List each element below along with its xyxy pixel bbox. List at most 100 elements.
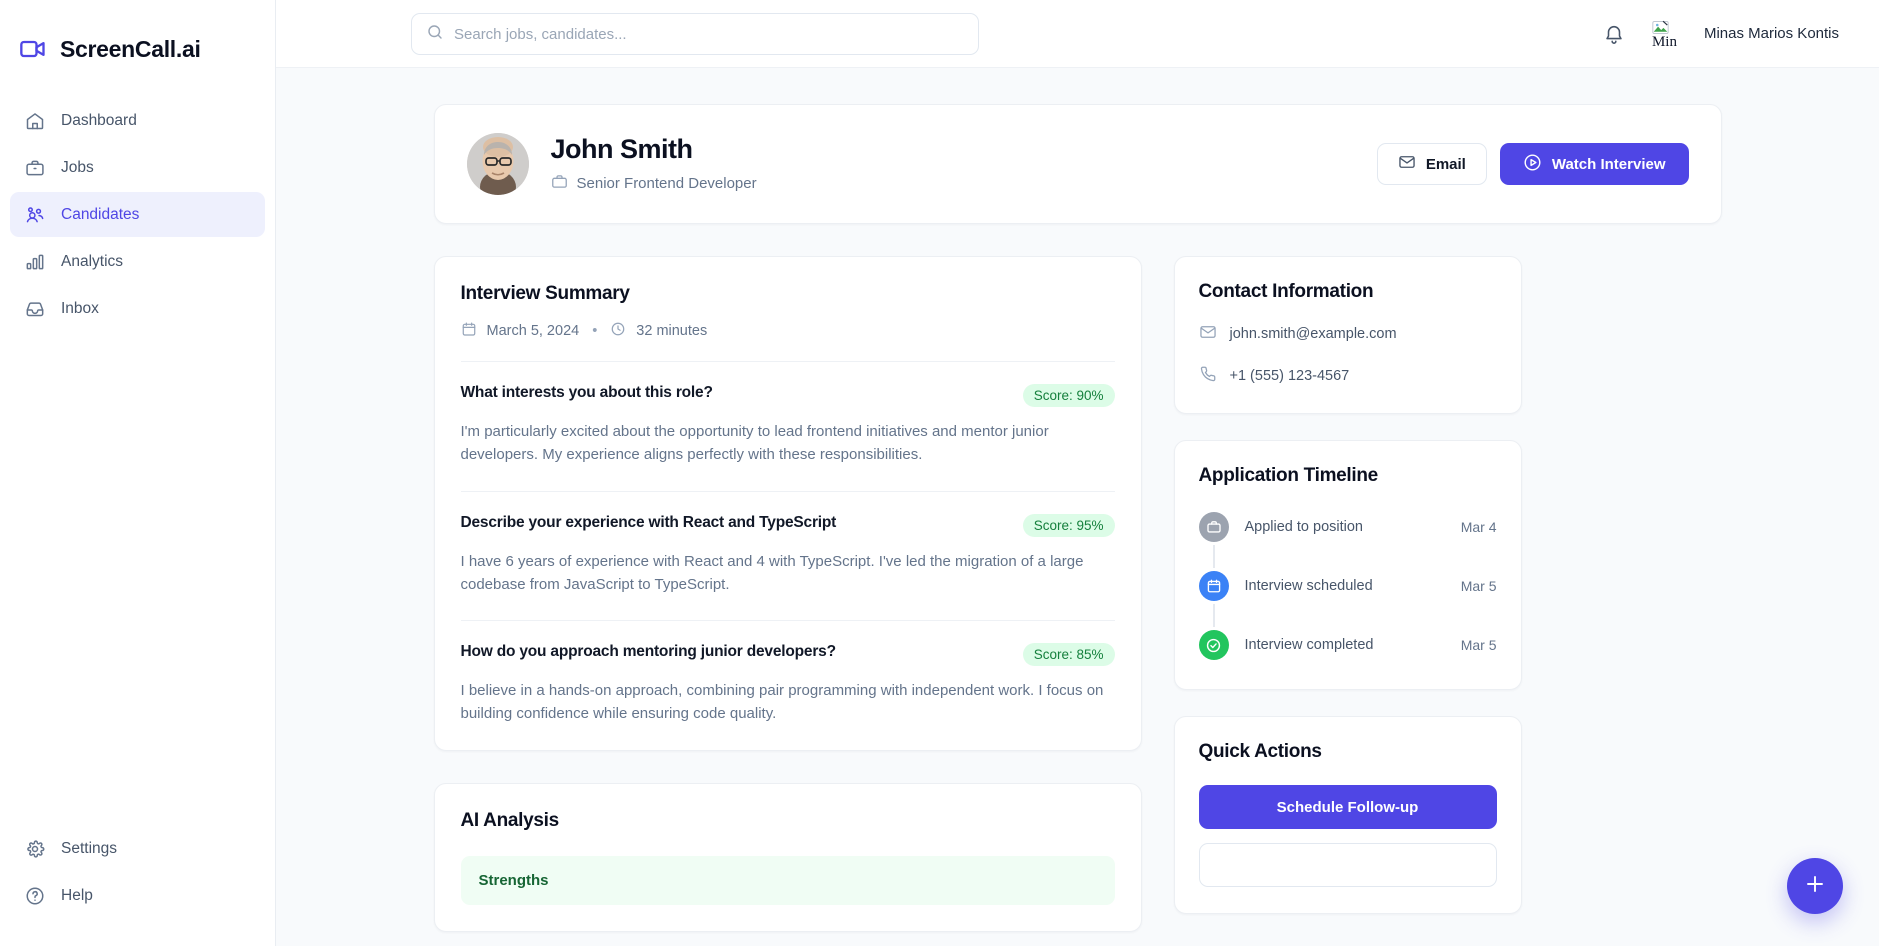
sidebar-item-jobs[interactable]: Jobs <box>10 145 265 190</box>
sidebar-item-label: Jobs <box>61 158 94 176</box>
sidebar-item-label: Inbox <box>61 299 99 317</box>
avatar: Min <box>1652 18 1684 50</box>
ai-strengths-title: Strengths <box>478 871 549 889</box>
play-circle-icon <box>1523 153 1542 176</box>
timeline-dot <box>1198 571 1229 601</box>
left-column: Interview Summary March 5, 2024 • 32 min… <box>433 256 1142 932</box>
search-box[interactable] <box>411 13 979 55</box>
detail-columns: Interview Summary March 5, 2024 • 32 min… <box>433 256 1722 932</box>
contact-information-title: Contact Information <box>1198 281 1374 302</box>
ai-analysis-title: AI Analysis <box>460 809 560 831</box>
score-badge: Score: 85% <box>1022 643 1115 666</box>
topbar: Min Minas Marios Kontis <box>276 0 1879 68</box>
contact-phone: +1 (555) 123-4567 <box>1229 368 1350 384</box>
ai-analysis-card: AI Analysis Strengths <box>433 782 1142 932</box>
video-camera-icon <box>18 34 48 64</box>
briefcase-icon <box>551 173 568 194</box>
application-timeline-card: Application Timeline Applied to position… <box>1173 440 1522 690</box>
interview-meta: March 5, 2024 • 32 minutes <box>461 321 1115 341</box>
sidebar-item-inbox[interactable]: Inbox <box>10 286 265 331</box>
qa-item: Describe your experience with React and … <box>460 490 1115 621</box>
contact-email: john.smith@example.com <box>1229 326 1397 342</box>
inbox-icon <box>24 298 45 319</box>
question-circle-icon <box>24 885 45 906</box>
timeline-connector <box>1199 604 1497 627</box>
application-timeline-title: Application Timeline <box>1198 465 1379 486</box>
sidebar-item-label: Analytics <box>61 252 124 270</box>
candidate-role-label: Senior Frontend Developer <box>576 174 757 192</box>
right-column: Contact Information john.smith@example.c… <box>1173 256 1522 914</box>
quick-action-secondary-button[interactable] <box>1198 843 1497 887</box>
sidebar-item-label: Help <box>61 886 93 904</box>
user-name: Minas Marios Kontis <box>1703 25 1839 42</box>
watch-interview-button-label: Watch Interview <box>1551 155 1666 173</box>
interview-date: March 5, 2024 <box>486 323 580 339</box>
answer-text: I believe in a hands-on approach, combin… <box>460 682 1104 723</box>
user-menu[interactable]: Min Minas Marios Kontis <box>1652 18 1839 50</box>
email-button[interactable]: Email <box>1376 143 1487 185</box>
quick-actions-title: Quick Actions <box>1198 741 1322 762</box>
question-list: What interests you about this role? Scor… <box>460 361 1115 750</box>
ai-strengths-box: Strengths <box>460 855 1115 905</box>
answer-text: I have 6 years of experience with React … <box>460 552 1084 593</box>
score-badge: Score: 95% <box>1022 513 1115 537</box>
brand[interactable]: ScreenCall.ai <box>0 0 275 72</box>
candidate-actions: Email Watch Interview <box>1376 143 1689 185</box>
interview-duration: 32 minutes <box>636 323 708 339</box>
users-icon <box>24 204 45 225</box>
app-root: ScreenCall.ai Dashboard Jobs Candidates … <box>0 0 1879 946</box>
clock-icon <box>610 321 626 341</box>
candidate-header-card: John Smith Senior Frontend Developer Ema… <box>433 104 1722 224</box>
question-text: What interests you about this role? <box>460 384 713 401</box>
candidate-photo <box>466 133 529 195</box>
contact-email-row[interactable]: john.smith@example.com <box>1199 323 1497 345</box>
candidate-name: John Smith <box>550 134 694 165</box>
question-text: How do you approach mentoring junior dev… <box>460 643 837 660</box>
timeline-label: Interview completed <box>1244 637 1374 653</box>
qa-item: What interests you about this role? Scor… <box>460 361 1115 491</box>
timeline-dot <box>1198 512 1229 542</box>
meta-separator: • <box>592 323 598 339</box>
score-badge: Score: 90% <box>1022 384 1115 407</box>
home-icon <box>24 110 45 131</box>
gear-icon <box>24 838 45 859</box>
sidebar-nav: Dashboard Jobs Candidates Analytics Inbo… <box>0 98 275 331</box>
sidebar-item-label: Dashboard <box>61 111 137 129</box>
timeline-date: Mar 5 <box>1460 637 1497 653</box>
sidebar-bottom-nav: Settings Help <box>0 826 275 946</box>
contact-information-card: Contact Information john.smith@example.c… <box>1173 256 1522 414</box>
timeline-date: Mar 5 <box>1460 578 1497 594</box>
sidebar-item-candidates[interactable]: Candidates <box>10 192 265 237</box>
envelope-icon <box>1199 323 1217 345</box>
timeline-list: Applied to position Mar 4 Interview sche… <box>1198 509 1497 663</box>
quick-actions-card: Quick Actions Schedule Follow-up <box>1173 716 1522 914</box>
schedule-follow-up-button[interactable]: Schedule Follow-up <box>1198 785 1497 829</box>
email-button-label: Email <box>1425 155 1466 173</box>
main-area: Min Minas Marios Kontis <box>276 0 1879 946</box>
timeline-dot <box>1198 630 1229 660</box>
search-input[interactable] <box>454 14 964 54</box>
brand-name: ScreenCall.ai <box>60 35 201 62</box>
page-content: John Smith Senior Frontend Developer Ema… <box>276 68 1879 946</box>
bell-icon[interactable] <box>1602 22 1626 46</box>
bar-chart-icon <box>24 251 45 272</box>
timeline-connector <box>1199 545 1497 568</box>
candidate-role: Senior Frontend Developer <box>551 173 757 194</box>
sidebar-item-settings[interactable]: Settings <box>10 826 265 871</box>
interview-summary-card: Interview Summary March 5, 2024 • 32 min… <box>433 256 1142 751</box>
phone-icon <box>1199 365 1217 387</box>
contact-phone-row[interactable]: +1 (555) 123-4567 <box>1199 365 1497 387</box>
timeline-label: Applied to position <box>1244 519 1364 535</box>
sidebar: ScreenCall.ai Dashboard Jobs Candidates … <box>0 0 276 946</box>
sidebar-item-dashboard[interactable]: Dashboard <box>10 98 265 143</box>
sidebar-item-analytics[interactable]: Analytics <box>10 239 265 284</box>
watch-interview-button[interactable]: Watch Interview <box>1499 143 1689 185</box>
timeline-date: Mar 4 <box>1460 519 1497 535</box>
sidebar-item-help[interactable]: Help <box>10 873 265 918</box>
timeline-label: Interview scheduled <box>1244 578 1373 594</box>
sidebar-item-label: Settings <box>61 839 118 857</box>
timeline-item: Applied to position Mar 4 <box>1198 509 1497 545</box>
question-text: Describe your experience with React and … <box>460 513 837 531</box>
answer-text: I'm particularly excited about the oppor… <box>460 423 1049 464</box>
add-button[interactable] <box>1787 858 1843 914</box>
